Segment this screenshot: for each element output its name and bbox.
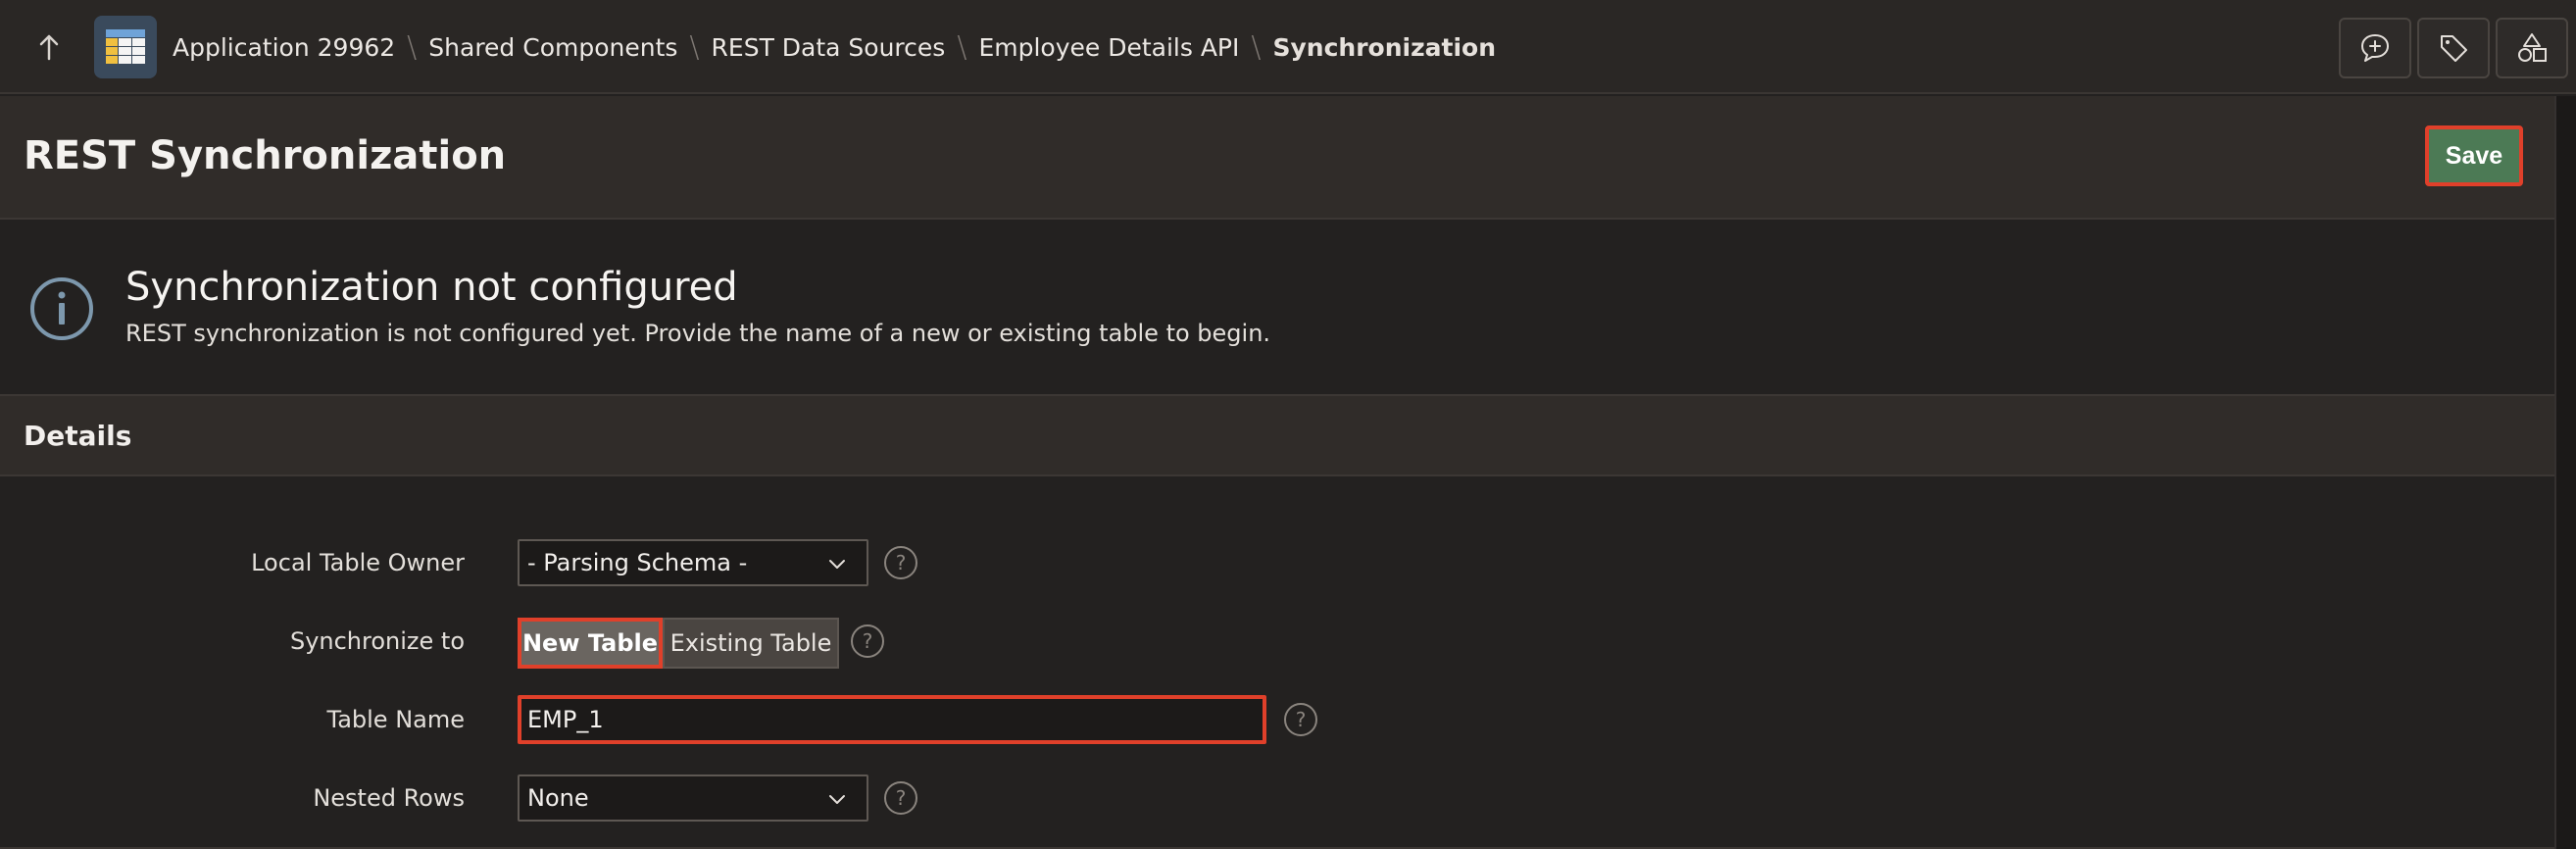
arrow-up-icon[interactable] [29,27,69,67]
breadcrumb-shared-components[interactable]: Shared Components [428,33,677,62]
page-header: REST Synchronization Save [0,96,2554,220]
breadcrumb-application[interactable]: Application 29962 [173,33,395,62]
details-title: Details [24,420,132,452]
table-name-label: Table Name [326,706,466,733]
chevron-down-icon [829,795,845,804]
existing-table-option[interactable]: Existing Table [663,618,839,669]
help-icon[interactable]: ? [884,781,917,815]
alert-title: Synchronization not configured [125,265,738,310]
help-icon[interactable]: ? [884,546,917,579]
app-grid-icon[interactable] [94,16,157,78]
nested-rows-label: Nested Rows [313,784,465,812]
info-alert: Synchronization not configured REST sync… [0,222,2554,394]
info-icon [29,276,94,341]
breadcrumb-separator: \ [689,29,700,65]
details-region-header: Details [0,394,2554,476]
help-icon[interactable]: ? [851,624,884,658]
nested-rows-value: None [527,784,589,812]
page-title: REST Synchronization [24,133,507,178]
breadcrumb-rest-data-sources[interactable]: REST Data Sources [712,33,946,62]
table-name-input[interactable] [518,695,1266,744]
breadcrumb-employee-details-api[interactable]: Employee Details API [978,33,1239,62]
breadcrumb-separator: \ [1251,29,1262,65]
local-table-owner-select[interactable]: - Parsing Schema - [518,539,868,586]
chevron-down-icon [829,560,845,569]
breadcrumb-separator: \ [407,29,418,65]
save-button[interactable]: Save [2425,125,2523,186]
add-comment-icon [2361,34,2389,62]
new-table-option[interactable]: New Table [518,618,663,669]
local-table-owner-label: Local Table Owner [251,549,465,576]
breadcrumb: Application 29962 \ Shared Components \ … [173,0,1496,94]
tag-button[interactable] [2417,18,2490,78]
help-icon[interactable]: ? [1284,703,1317,736]
nested-rows-select[interactable]: None [518,774,868,822]
alert-message: REST synchronization is not configured y… [125,320,1271,347]
details-form: Local Table Owner - Parsing Schema - ? S… [0,476,2554,849]
local-table-owner-value: - Parsing Schema - [527,549,748,576]
shared-components-button[interactable] [2496,18,2568,78]
add-comment-button[interactable] [2339,18,2411,78]
shapes-icon [2518,33,2547,62]
scrollbar[interactable] [2554,96,2576,849]
top-bar: Application 29962 \ Shared Components \ … [0,0,2576,94]
breadcrumb-current: Synchronization [1272,32,1496,62]
tag-icon [2441,35,2467,62]
synchronize-to-label: Synchronize to [289,627,465,655]
breadcrumb-separator: \ [957,29,967,65]
